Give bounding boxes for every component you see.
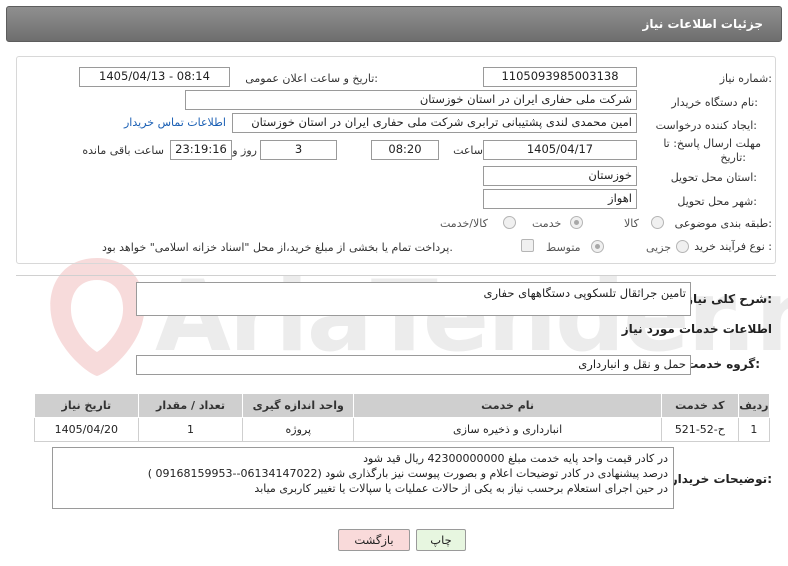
category-option-service: خدمت <box>532 217 562 230</box>
cell-code: ح-52-521 <box>661 417 739 442</box>
need-info-panel <box>16 56 776 264</box>
province-field[interactable]: خوزستان <box>483 166 637 186</box>
payment-note: پرداخت تمام یا بخشی از مبلغ خرید،از محل … <box>102 241 453 254</box>
process-radio-minor[interactable] <box>676 240 689 253</box>
print-button[interactable]: چاپ <box>416 529 466 551</box>
creator-label: ایجاد کننده درخواست: <box>655 119 757 132</box>
services-section-title: اطلاعات خدمات مورد نیاز <box>621 322 772 336</box>
buyer-org-label: نام دستگاه خریدار: <box>671 96 758 109</box>
buyer-contact-link[interactable]: اطلاعات تماس خریدار <box>124 116 226 129</box>
summary-label: شرح کلی نیاز: <box>686 292 772 306</box>
city-label: شهر محل تحویل: <box>677 195 757 208</box>
city-field[interactable]: اهواز <box>483 189 637 209</box>
services-table: ردیف کد خدمت نام خدمت واحد اندازه گیری ت… <box>34 393 771 442</box>
process-radio-medium[interactable] <box>591 240 604 253</box>
deadline-date-field[interactable]: 1405/04/17 <box>483 140 637 160</box>
buyer-notes-line: در کادر قیمت واحد پایه خدمت مبلغ 4230000… <box>363 452 668 465</box>
announce-date-label: تاریخ و ساعت اعلان عمومی: <box>245 72 378 85</box>
treasury-checkbox[interactable] <box>521 239 534 252</box>
divider <box>16 275 776 276</box>
cell-unit: پروژه <box>242 417 355 442</box>
col-row-header: ردیف <box>737 393 771 418</box>
need-number-field[interactable]: 1105093985003138 <box>483 67 637 87</box>
deadline-date-label: تاریخ: <box>720 151 746 164</box>
cell-row: 1 <box>737 417 771 442</box>
buyer-notes-field[interactable]: در کادر قیمت واحد پایه خدمت مبلغ 4230000… <box>52 447 674 509</box>
category-radio-goods[interactable] <box>651 216 664 229</box>
buyer-notes-label: توضیحات خریدار: <box>670 472 772 486</box>
category-option-goods: کالا <box>624 217 639 230</box>
remaining-time-field[interactable]: 23:19:16 <box>170 140 232 160</box>
process-label: نوع فرآیند خرید : <box>694 240 772 253</box>
table-row[interactable]: 1 ح-52-521 انبارداری و ذخیره سازی پروژه … <box>34 417 771 442</box>
page-title: جزئیات اطلاعات نیاز <box>642 17 763 31</box>
need-number-label: شماره نیاز: <box>719 72 772 85</box>
category-radio-goods-service[interactable] <box>503 216 516 229</box>
buyer-org-field[interactable]: شرکت ملی حفاری ایران در استان خوزستان <box>185 90 637 110</box>
back-button[interactable]: بازگشت <box>338 529 410 551</box>
page-header: جزئیات اطلاعات نیاز <box>6 6 782 42</box>
service-group-field[interactable]: حمل و نقل و انبارداری <box>136 355 691 375</box>
cell-qty: 1 <box>137 417 244 442</box>
remaining-time-label: ساعت باقی مانده <box>82 144 164 157</box>
deadline-time-label: ساعت <box>453 144 483 157</box>
category-option-goods-service: کالا/خدمت <box>440 217 488 230</box>
cell-name: انبارداری و ذخیره سازی <box>353 417 662 442</box>
col-qty-header: تعداد / مقدار <box>137 393 244 418</box>
cell-date: 1405/04/20 <box>34 417 139 442</box>
announce-date-field[interactable]: 1405/04/13 - 08:14 <box>79 67 230 87</box>
category-label: طبقه بندی موضوعی: <box>674 217 772 230</box>
buyer-notes-line: در حین اجرای استعلام برحسب نیاز به یکی ا… <box>254 482 668 495</box>
col-unit-header: واحد اندازه گیری <box>242 393 355 418</box>
col-name-header: نام خدمت <box>353 393 662 418</box>
col-code-header: کد خدمت <box>661 393 739 418</box>
process-option-minor: جزیی <box>646 241 672 254</box>
buyer-notes-line: درصد پیشنهادی در کادر توضیحات اعلام و بص… <box>147 467 668 480</box>
summary-field[interactable]: تامین جراثقال تلسکوپی دستگاههای حفاری <box>136 282 691 316</box>
table-header-row: ردیف کد خدمت نام خدمت واحد اندازه گیری ت… <box>34 393 771 418</box>
days-field[interactable]: 3 <box>260 140 337 160</box>
col-date-header: تاریخ نیاز <box>34 393 139 418</box>
province-label: استان محل تحویل: <box>670 171 757 184</box>
service-group-label: گروه خدمت: <box>686 357 760 371</box>
category-radio-service[interactable] <box>570 216 583 229</box>
days-label: روز و <box>232 144 257 157</box>
deadline-label: مهلت ارسال پاسخ: تا <box>663 137 761 150</box>
creator-field[interactable]: امین محمدی لندی پشتیبانی ترابری شرکت ملی… <box>232 113 637 133</box>
process-option-medium: متوسط <box>546 241 581 254</box>
deadline-time-field[interactable]: 08:20 <box>371 140 439 160</box>
